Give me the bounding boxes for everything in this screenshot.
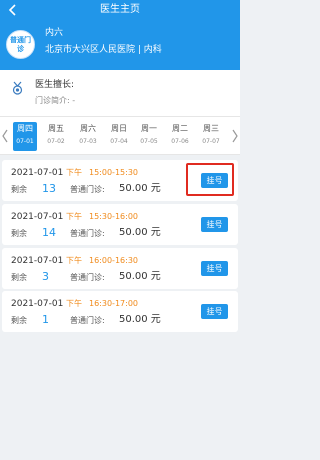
clinic-badge-text: 普通门诊 <box>10 36 31 53</box>
day-tab[interactable]: 周二 07-06 <box>168 122 192 151</box>
slot-period: 下午 <box>66 168 82 177</box>
day-tab-weekday: 周二 <box>172 124 188 133</box>
day-tab[interactable]: 周一 07-05 <box>137 122 161 151</box>
doctor-header: 普通门诊 内六 北京市大兴区人民医院 | 内科 <box>0 19 240 70</box>
slot-time: 16:30-17:00 <box>89 299 138 308</box>
clinic-type: 普通门诊: <box>70 316 105 325</box>
remain-count: 1 <box>42 313 49 326</box>
slot-price: 50.00 元 <box>119 271 161 282</box>
remain-count: 13 <box>42 182 56 195</box>
slot-date: 2021-07-01 <box>11 168 64 178</box>
remain-label: 剩余 <box>11 185 27 194</box>
slot-card: 2021-07-01 下午 15:00-15:30 剩余 13 普通门诊: 50.00 元挂… <box>2 160 238 201</box>
remain-label: 剩余 <box>11 316 27 325</box>
day-tab-weekday: 周日 <box>111 124 127 133</box>
clinic-badge: 普通门诊 <box>6 30 35 59</box>
remain-label: 剩余 <box>11 273 27 282</box>
slot-time: 15:30-16:00 <box>89 212 138 221</box>
book-button[interactable]: 挂号 <box>201 261 228 276</box>
slot-card: 2021-07-01 下午 15:30-16:00 剩余 14 普通门诊: 50.00 元 挂… <box>2 204 238 245</box>
clinic-type: 普通门诊: <box>70 229 105 238</box>
day-tab-date: 07-05 <box>140 138 158 145</box>
slot-date: 2021-07-01 <box>11 256 64 266</box>
clinic-type: 普通门诊: <box>70 273 105 282</box>
slot-time: 16:00-16:30 <box>89 256 138 265</box>
slot-period: 下午 <box>66 256 82 265</box>
clinic-intro: 门诊简介: - <box>35 96 76 105</box>
slot-period: 下午 <box>66 212 82 221</box>
day-tab-weekday: 周一 <box>141 124 157 133</box>
slot-price: 50.00 元 <box>119 183 161 194</box>
chevron-right-icon[interactable] <box>231 129 239 143</box>
specialty-label: 医生擅长: <box>35 80 75 90</box>
day-tab[interactable]: 周日 07-04 <box>107 122 131 151</box>
medal-icon <box>12 81 23 95</box>
slot-period: 下午 <box>66 299 82 308</box>
page-title: 医生主页 <box>100 4 140 15</box>
day-tab-weekday: 周五 <box>48 124 64 133</box>
hospital-department: 北京市大兴区人民医院 | 内科 <box>45 45 162 55</box>
doctor-info: 医生擅长: 门诊简介: - <box>0 70 240 116</box>
book-button[interactable]: 挂号 <box>201 217 228 232</box>
slot-price: 50.00 元 <box>119 227 161 238</box>
top-bar: 医生主页 <box>0 0 240 19</box>
remain-count: 3 <box>42 270 49 283</box>
clinic-type: 普通门诊: <box>70 185 105 194</box>
slot-date: 2021-07-01 <box>11 299 64 309</box>
day-tab-weekday: 周三 <box>203 124 219 133</box>
day-tab-date: 07-07 <box>202 138 220 145</box>
slot-card: 2021-07-01 下午 16:00-16:30 剩余 3 普通门诊: 50.00 元 挂号 <box>2 248 238 289</box>
chevron-left-icon[interactable] <box>1 129 9 143</box>
slot-price: 50.00 元 <box>119 314 161 325</box>
date-selector: 周四 07-01 周五 07-02 周六 07-03 周日 07-04 周一 07-05 周二 07-… <box>0 116 240 155</box>
book-button[interactable]: 挂号 <box>201 304 228 319</box>
highlight-box <box>186 163 234 196</box>
day-tab-date: 07-04 <box>110 138 128 145</box>
remain-label: 剩余 <box>11 229 27 238</box>
day-tab-date: 07-01 <box>16 138 34 145</box>
day-tab[interactable]: 周五 07-02 <box>44 122 68 151</box>
day-tab-date: 07-03 <box>79 138 97 145</box>
day-tab-date: 07-02 <box>47 138 65 145</box>
slot-date: 2021-07-01 <box>11 212 64 222</box>
day-tab-weekday: 周六 <box>80 124 96 133</box>
day-tab[interactable]: 周六 07-03 <box>76 122 100 151</box>
remain-count: 14 <box>42 226 56 239</box>
slot-card: 2021-07-01 下午 16:30-17:00 剩余 1 普通门诊: 50.00 元 挂号 <box>2 291 238 332</box>
doctor-name: 内六 <box>45 28 64 38</box>
slot-time: 15:00-15:30 <box>89 168 138 177</box>
day-tab-weekday: 周四 <box>17 124 33 133</box>
day-tab-date: 07-06 <box>171 138 189 145</box>
day-tab[interactable]: 周三 07-07 <box>199 122 223 151</box>
day-tab[interactable]: 周四 07-01 <box>13 122 37 151</box>
